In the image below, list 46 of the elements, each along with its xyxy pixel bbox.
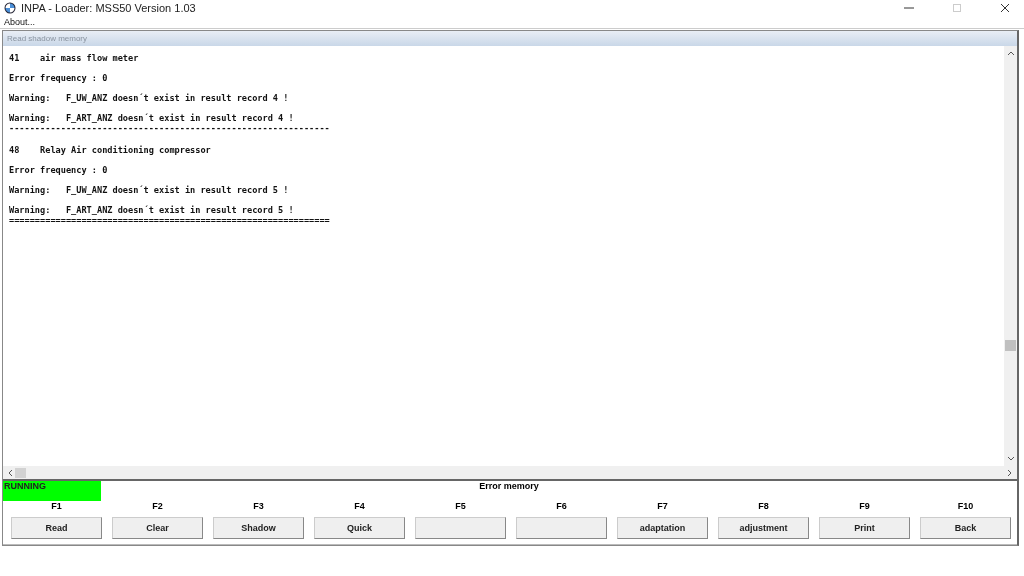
scroll-thumb[interactable] (15, 467, 26, 478)
output-line: Warning: F_UW_ANZ doesn´t exist in result record 4 ! (9, 93, 290, 103)
key-label: F1 (51, 501, 62, 512)
panel-title: Read shadow memory (7, 34, 88, 43)
function-button[interactable]: Quick (314, 517, 405, 539)
key-label: F5 (455, 501, 466, 512)
function-button[interactable]: Read (11, 517, 102, 539)
key-label: F10 (957, 501, 974, 512)
function-button[interactable] (415, 517, 506, 539)
scroll-left-icon[interactable] (7, 468, 13, 477)
output-line: Warning: F_ART_ANZ doesn´t exist in result record 5 ! (9, 205, 295, 215)
section-title: Error memory (478, 481, 540, 492)
status-indicator: RUNNING (3, 481, 101, 501)
key-label: F9 (859, 501, 870, 512)
function-button[interactable]: adaptation (617, 517, 708, 539)
output-line: Error frequency : 0 (9, 73, 109, 83)
key-label: F3 (253, 501, 264, 512)
output-line: Warning: F_ART_ANZ doesn´t exist in result record 4 ! (9, 113, 295, 123)
separator-line: -------------------------------------------------------------- (9, 123, 331, 133)
function-button[interactable] (516, 517, 607, 539)
window-title: INPA - Loader: MSS50 Version 1.03 (21, 2, 196, 14)
vertical-scrollbar[interactable] (1004, 46, 1017, 466)
separator-line: ============================================================== (9, 215, 331, 225)
function-button[interactable]: Back (920, 517, 1011, 539)
horizontal-scrollbar[interactable] (3, 466, 1017, 481)
key-label: F6 (556, 501, 567, 512)
function-button[interactable]: adjustment (718, 517, 809, 539)
key-label: F4 (354, 501, 365, 512)
menu-item[interactable]: About... (4, 17, 36, 27)
output-line: 41 air mass flow meter (9, 53, 140, 63)
key-label: F7 (657, 501, 668, 512)
maximize-icon[interactable] (952, 3, 962, 13)
key-label: F8 (758, 501, 769, 512)
scroll-down-icon[interactable] (1006, 456, 1015, 462)
function-button[interactable]: Clear (112, 517, 203, 539)
scroll-thumb[interactable] (1005, 340, 1016, 351)
scroll-up-icon[interactable] (1006, 50, 1015, 56)
output-line: 48 Relay Air conditioning compressor (9, 145, 212, 155)
output-line: Error frequency : 0 (9, 165, 109, 175)
app-icon (4, 2, 16, 14)
key-label: F2 (152, 501, 163, 512)
output-line: Warning: F_UW_ANZ doesn´t exist in result record 5 ! (9, 185, 290, 195)
close-icon[interactable] (1000, 3, 1010, 13)
function-button[interactable]: Print (819, 517, 910, 539)
scroll-right-icon[interactable] (1007, 468, 1013, 477)
function-button[interactable]: Shadow (213, 517, 304, 539)
